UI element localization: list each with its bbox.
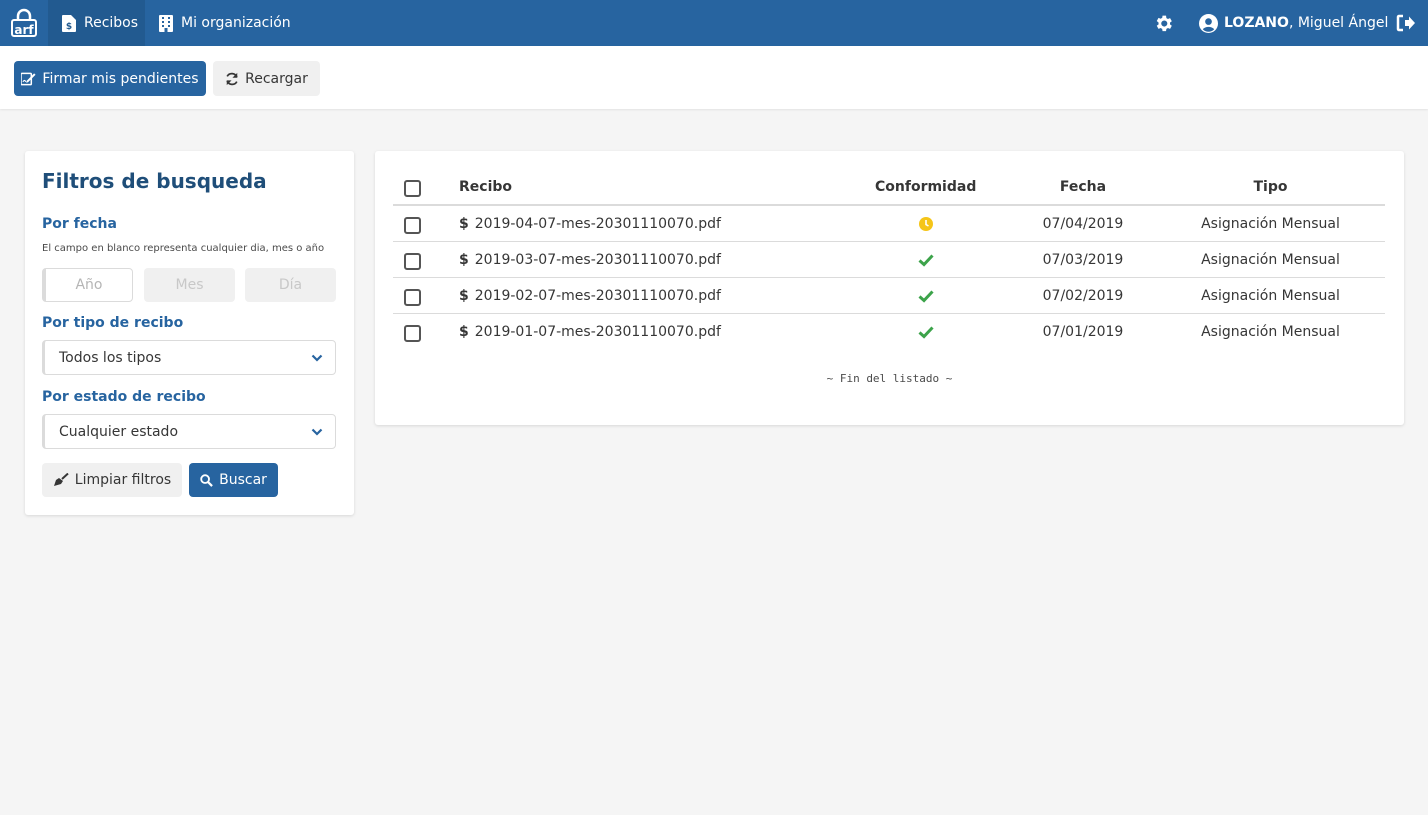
firmar-pendientes-label: Firmar mis pendientes [42, 70, 199, 87]
user-circle-icon [1199, 13, 1218, 33]
row-date: 07/04/2019 [1042, 216, 1124, 232]
row-file-name: 2019-02-07-mes-20301110070.pdf [474, 288, 721, 304]
column-header-fecha[interactable]: Fecha [1033, 179, 1133, 195]
limpiar-filtros-label: Limpiar filtros [74, 472, 172, 488]
recargar-button[interactable]: Recargar [213, 61, 320, 96]
filters-title: Filtros de busqueda [42, 169, 267, 193]
row-divider [393, 241, 1385, 242]
user-name: LOZANO, Miguel Ángel [1224, 15, 1388, 31]
filters-panel: Filtros de busqueda Por fecha El campo e… [25, 151, 354, 515]
search-icon [200, 473, 213, 487]
buscar-button[interactable]: Buscar [189, 463, 278, 497]
row-file-name: 2019-01-07-mes-20301110070.pdf [474, 324, 721, 340]
row-date: 07/03/2019 [1042, 252, 1124, 268]
row-type: Asignación Mensual [1201, 216, 1340, 232]
tab-mi-organizacion[interactable]: Mi organización [145, 0, 291, 46]
year-input[interactable]: Año [42, 268, 133, 302]
broom-icon [53, 473, 69, 486]
check-icon [918, 290, 934, 303]
row-type: Asignación Mensual [1201, 288, 1340, 304]
header-divider [393, 204, 1385, 206]
top-navbar: arf $ Recibos Mi organización LOZANO, Mi… [0, 0, 1428, 46]
check-icon [918, 326, 934, 339]
gear-icon[interactable] [1153, 13, 1174, 34]
user-last-name: LOZANO [1224, 15, 1289, 31]
building-icon [159, 14, 173, 32]
logo-text: arf [14, 23, 34, 37]
row-file-name: 2019-04-07-mes-20301110070.pdf [474, 216, 721, 232]
row-file-name: 2019-03-07-mes-20301110070.pdf [474, 252, 721, 268]
receipts-table: Recibo Conformidad Fecha Tipo $ 2019-04-… [375, 151, 1404, 425]
recargar-label: Recargar [245, 70, 308, 87]
row-checkbox[interactable] [404, 217, 421, 234]
lock-logo-icon: arf [11, 8, 37, 37]
file-invoice-dollar-icon: $ [62, 14, 76, 32]
chevron-down-icon [311, 428, 323, 436]
action-toolbar: Firmar mis pendientes Recargar [0, 46, 1428, 109]
type-select-value: Todos los tipos [59, 349, 162, 366]
row-date: 07/02/2019 [1042, 288, 1124, 304]
column-header-conformidad[interactable]: Conformidad [875, 179, 976, 195]
state-select-value: Cualquier estado [59, 423, 179, 440]
row-checkbox[interactable] [404, 253, 421, 270]
limpiar-filtros-button[interactable]: Limpiar filtros [42, 463, 182, 497]
dollar-icon: $ [459, 252, 469, 268]
user-menu[interactable]: LOZANO, Miguel Ángel [1199, 0, 1388, 46]
row-checkbox[interactable] [404, 289, 421, 306]
signature-edit-icon [21, 72, 36, 85]
row-type: Asignación Mensual [1201, 252, 1340, 268]
dollar-icon: $ [459, 216, 469, 232]
firmar-pendientes-button[interactable]: Firmar mis pendientes [14, 61, 206, 96]
date-filter-help: El campo en blanco representa cualquier … [42, 243, 325, 254]
state-filter-label: Por estado de recibo [42, 389, 206, 405]
chevron-down-icon [311, 354, 323, 362]
buscar-label: Buscar [219, 472, 267, 488]
row-file[interactable]: $ 2019-01-07-mes-20301110070.pdf [459, 324, 721, 340]
month-input[interactable]: Mes [144, 268, 235, 302]
date-filter-label: Por fecha [42, 216, 117, 232]
column-header-tipo[interactable]: Tipo [1195, 179, 1346, 195]
row-file[interactable]: $ 2019-03-07-mes-20301110070.pdf [459, 252, 721, 268]
svg-text:$: $ [66, 22, 72, 32]
row-checkbox[interactable] [404, 325, 421, 342]
column-header-recibo[interactable]: Recibo [459, 179, 512, 195]
dollar-icon: $ [459, 288, 469, 304]
end-of-list-text: ~ Fin del listado ~ [826, 372, 953, 385]
user-first-name: , Miguel Ángel [1288, 15, 1389, 31]
check-icon [918, 254, 934, 267]
type-select[interactable]: Todos los tipos [42, 340, 336, 375]
app-logo[interactable]: arf [0, 0, 48, 46]
select-all-checkbox[interactable] [404, 180, 421, 197]
row-type: Asignación Mensual [1201, 324, 1340, 340]
row-divider [393, 277, 1385, 278]
row-file[interactable]: $ 2019-02-07-mes-20301110070.pdf [459, 288, 721, 304]
day-input[interactable]: Día [245, 268, 336, 302]
pending-clock-icon [919, 217, 933, 231]
type-filter-label: Por tipo de recibo [42, 315, 184, 331]
row-divider [393, 313, 1385, 314]
state-select[interactable]: Cualquier estado [42, 414, 336, 449]
refresh-icon [226, 72, 238, 85]
row-file[interactable]: $ 2019-04-07-mes-20301110070.pdf [459, 216, 721, 232]
tab-mi-organizacion-label: Mi organización [181, 15, 291, 31]
row-date: 07/01/2019 [1042, 324, 1124, 340]
tab-recibos[interactable]: $ Recibos [48, 0, 145, 46]
dollar-icon: $ [459, 324, 469, 340]
logout-icon[interactable] [1396, 13, 1416, 33]
tab-recibos-label: Recibos [84, 15, 139, 31]
